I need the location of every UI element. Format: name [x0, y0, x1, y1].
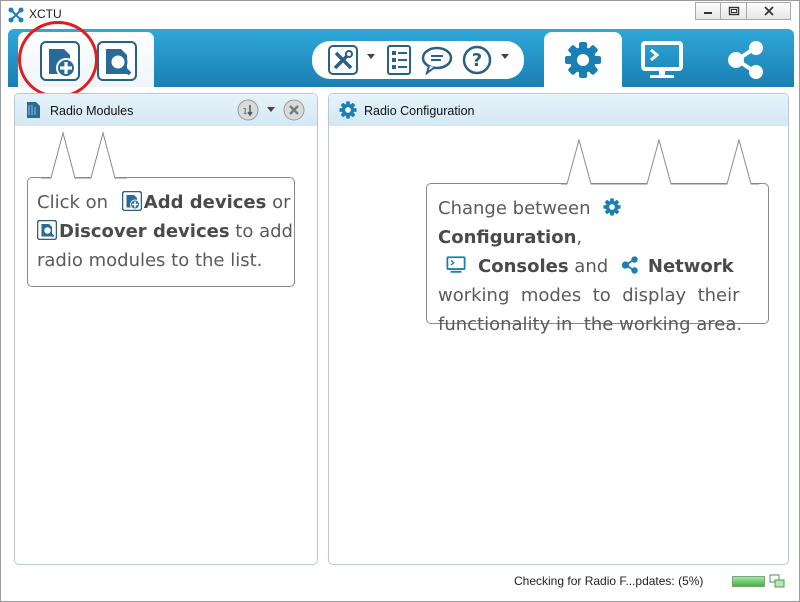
- devices-hint-callout: Click on Add devices or Discover devices…: [27, 177, 295, 287]
- highlight-circle: [18, 21, 98, 98]
- hint-add-devices: Add devices: [143, 192, 267, 213]
- connections-status-icon[interactable]: [769, 574, 785, 588]
- radio-modules-title: Radio Modules: [50, 104, 134, 118]
- close-icon: [763, 6, 774, 16]
- configuration-gear-icon: [565, 41, 601, 78]
- modes-hint-callout: Change between Configuration, Consoles a…: [426, 183, 769, 335]
- modes-configuration: Configuration: [438, 227, 577, 248]
- sort-dropdown-caret[interactable]: [267, 107, 275, 112]
- network-nodes-icon: [728, 40, 763, 79]
- tools-button[interactable]: [327, 44, 359, 76]
- profiles-button[interactable]: [383, 44, 415, 76]
- question-icon: ?: [462, 45, 492, 75]
- status-message: Checking for Radio F...pdates: (5%): [514, 574, 704, 588]
- consoles-mode-tab[interactable]: [623, 32, 701, 87]
- configuration-gear-small-icon: [339, 101, 357, 119]
- tools-icon: [328, 45, 358, 75]
- network-mode-tab[interactable]: [707, 32, 785, 87]
- radio-configuration-title: Radio Configuration: [364, 104, 475, 118]
- help-dropdown-caret[interactable]: [501, 54, 509, 59]
- help-button[interactable]: ?: [461, 44, 493, 76]
- hint-line-2: Discover devices to add: [37, 217, 294, 246]
- modes-consoles: Consoles: [478, 256, 569, 277]
- minimize-button[interactable]: [695, 2, 721, 20]
- maximize-button[interactable]: [721, 2, 747, 20]
- modes-text: ,: [576, 227, 583, 248]
- network-nodes-icon: [621, 256, 638, 274]
- discover-device-icon: [97, 41, 137, 81]
- discover-devices-button[interactable]: [97, 41, 137, 81]
- chat-bubble-icon: [421, 46, 453, 75]
- sort-icon[interactable]: 1: [236, 98, 260, 122]
- remove-all-icon[interactable]: [282, 98, 306, 122]
- modes-network: Network: [647, 256, 734, 277]
- modes-line-1: Change between Configuration,: [438, 194, 768, 252]
- restore-icon: [728, 6, 739, 16]
- update-progress-bar: [732, 576, 765, 587]
- add-device-icon: [121, 191, 142, 211]
- discover-device-icon: [37, 220, 57, 240]
- modes-line-2: Consoles and Network: [438, 252, 768, 281]
- configuration-mode-tab[interactable]: [544, 32, 622, 87]
- modes-text: and: [574, 256, 609, 277]
- console-monitor-icon: [446, 256, 466, 273]
- tools-dropdown-caret[interactable]: [367, 54, 375, 59]
- svg-text:?: ?: [472, 50, 482, 71]
- radio-modules-panel: Radio Modules 1: [14, 93, 318, 565]
- window-controls: [695, 2, 791, 22]
- radio-modules-header: Radio Modules 1: [15, 94, 317, 126]
- modes-line-4: functionality in the working area.: [438, 314, 743, 335]
- hint-line-3: radio modules to the list.: [37, 250, 263, 271]
- svg-text:1: 1: [242, 107, 247, 116]
- minimize-icon: [704, 12, 712, 14]
- checklist-icon: [387, 45, 411, 75]
- window-title: XCTU: [29, 7, 62, 21]
- hint-text: to add: [235, 221, 293, 242]
- modes-text: Change between: [438, 198, 591, 219]
- hint-discover-devices: Discover devices: [59, 221, 230, 242]
- title-bar: XCTU: [1, 1, 799, 27]
- close-button[interactable]: [747, 2, 791, 20]
- hint-text: or: [272, 192, 291, 213]
- feedback-button[interactable]: [421, 44, 453, 76]
- console-monitor-icon: [641, 40, 683, 78]
- app-window: XCTU ? Radio Modules 1 Radio Configurati…: [0, 0, 800, 602]
- xctu-app-icon: [8, 7, 24, 23]
- modes-line-3: working modes to display their: [438, 285, 740, 306]
- radio-module-icon: [27, 102, 40, 118]
- radio-configuration-header: Radio Configuration: [329, 94, 788, 126]
- hint-line-1: Click on Add devices or: [37, 188, 294, 217]
- configuration-gear-icon: [603, 198, 621, 216]
- hint-text: Click on: [37, 192, 109, 213]
